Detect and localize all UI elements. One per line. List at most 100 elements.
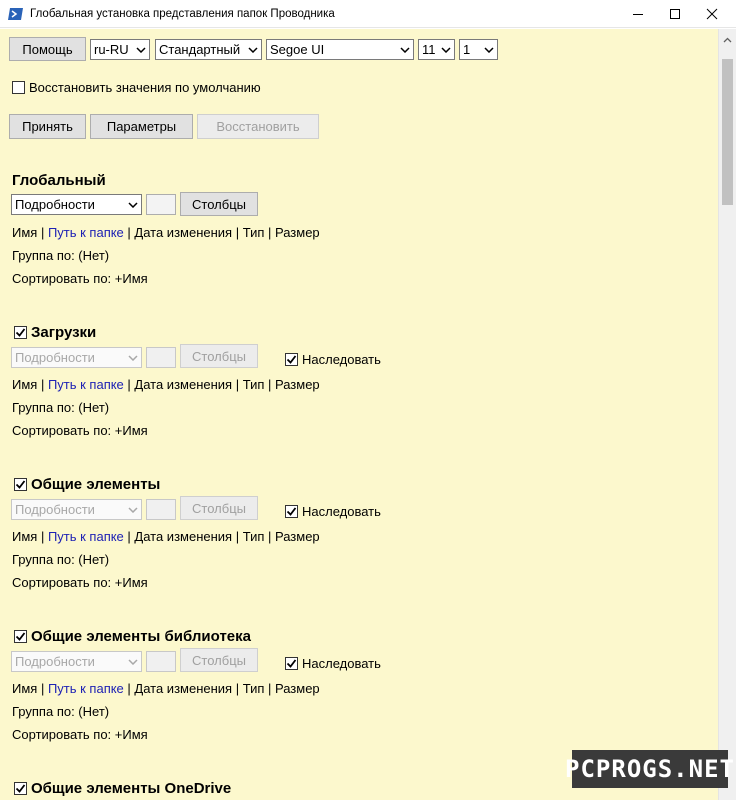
inherit-label: Наследовать	[302, 352, 381, 367]
inherit-checkbox[interactable]: Наследовать	[285, 352, 381, 367]
columns-button[interactable]: Столбцы	[180, 648, 258, 672]
col-path-link[interactable]: Путь к папке	[48, 225, 124, 240]
view-value: Подробности	[15, 197, 95, 212]
check-icon	[15, 784, 26, 793]
client-area: Помощь ru-RU Стандартный Segoe UI 11 1 В…	[0, 29, 718, 800]
pcprogs-watermark: PCPROGS.NET	[565, 750, 734, 788]
section-title: Общие элементы OneDrive	[31, 780, 232, 797]
help-button[interactable]: Помощь	[9, 37, 86, 61]
maximize-button[interactable]	[657, 0, 693, 28]
col-path-link[interactable]: Путь к папке	[48, 377, 124, 392]
vertical-scrollbar[interactable]	[718, 29, 736, 800]
view-value: Подробности	[15, 350, 95, 365]
section-title: Глобальный	[12, 172, 106, 189]
section-heading-shared: Общие элементы	[14, 476, 160, 493]
chevron-down-icon	[438, 40, 454, 59]
check-icon	[15, 328, 26, 337]
check-icon	[15, 632, 26, 641]
check-icon	[15, 480, 26, 489]
scroll-thumb[interactable]	[722, 59, 733, 205]
apply-label: Принять	[22, 119, 73, 134]
section-heading-shared-onedrive: Общие элементы OneDrive	[14, 780, 231, 797]
col-path-link[interactable]: Путь к папке	[48, 529, 124, 544]
columns-list: Имя | Путь к папке | Дата изменения | Ти…	[12, 681, 320, 696]
params-label: Параметры	[106, 119, 177, 134]
section-checkbox[interactable]	[14, 478, 27, 491]
columns-count-box[interactable]	[146, 499, 176, 520]
check-icon	[286, 507, 297, 516]
columns-button[interactable]: Столбцы	[180, 496, 258, 520]
section-checkbox[interactable]	[14, 630, 27, 643]
view-select[interactable]: Подробности	[11, 651, 142, 672]
restore-defaults-checkbox[interactable]: Восстановить значения по умолчанию	[12, 80, 261, 95]
columns-list: Имя | Путь к папке | Дата изменения | Ти…	[12, 225, 320, 240]
section-checkbox[interactable]	[14, 782, 27, 795]
powershell-icon	[8, 7, 23, 20]
chevron-down-icon	[397, 40, 413, 59]
columns-count-box[interactable]	[146, 347, 176, 368]
chevron-down-icon	[133, 40, 149, 59]
col-type: Тип	[242, 377, 265, 392]
columns-button[interactable]: Столбцы	[180, 192, 258, 216]
columns-count-box[interactable]	[146, 194, 176, 215]
group-by: Группа по: (Нет)	[12, 704, 110, 719]
checkbox-box[interactable]	[285, 353, 298, 366]
close-button[interactable]	[694, 0, 730, 28]
columns-button[interactable]: Столбцы	[180, 344, 258, 368]
apply-button[interactable]: Принять	[9, 114, 86, 139]
col-name: Имя	[12, 225, 38, 240]
font-size-value: 11	[422, 42, 436, 57]
check-icon	[286, 355, 297, 364]
chevron-down-icon	[245, 40, 261, 59]
view-select[interactable]: Подробности	[11, 347, 142, 368]
inherit-checkbox[interactable]: Наследовать	[285, 656, 381, 671]
help-button-label: Помощь	[22, 41, 73, 57]
view-select[interactable]: Подробности	[11, 194, 142, 215]
inherit-label: Наследовать	[302, 656, 381, 671]
font-size-select[interactable]: 11	[418, 39, 455, 60]
columns-count-box[interactable]	[146, 651, 176, 672]
col-type: Тип	[242, 681, 265, 696]
checkbox-box[interactable]	[12, 81, 25, 94]
minimize-button[interactable]	[620, 0, 656, 28]
restore-label: Восстановить	[216, 119, 300, 134]
col-date: Дата изменения	[134, 529, 233, 544]
restore-button[interactable]: Восстановить	[197, 114, 319, 139]
style-select[interactable]: Стандартный	[155, 39, 262, 60]
check-icon	[286, 659, 297, 668]
checkbox-box[interactable]	[285, 505, 298, 518]
chevron-down-icon	[125, 348, 141, 367]
sort-by: Сортировать по: +Имя	[12, 575, 148, 590]
col-size: Размер	[274, 377, 320, 392]
params-button[interactable]: Параметры	[90, 114, 193, 139]
inherit-checkbox[interactable]: Наследовать	[285, 504, 381, 519]
chevron-down-icon	[481, 40, 497, 59]
language-select[interactable]: ru-RU	[90, 39, 150, 60]
col-type: Тип	[242, 529, 265, 544]
col-path-link[interactable]: Путь к папке	[48, 681, 124, 696]
scale-select[interactable]: 1	[459, 39, 498, 60]
section-heading-downloads: Загрузки	[14, 324, 96, 341]
section-checkbox[interactable]	[14, 326, 27, 339]
view-value: Подробности	[15, 502, 95, 517]
sort-by: Сортировать по: +Имя	[12, 727, 148, 742]
view-select[interactable]: Подробности	[11, 499, 142, 520]
font-select[interactable]: Segoe UI	[266, 39, 414, 60]
section-heading-shared-library: Общие элементы библиотека	[14, 628, 251, 645]
col-name: Имя	[12, 681, 38, 696]
scroll-up-arrow-icon[interactable]	[719, 31, 736, 48]
language-value: ru-RU	[94, 42, 129, 57]
window-title: Глобальная установка представления папок…	[30, 7, 335, 20]
col-type: Тип	[242, 225, 265, 240]
checkbox-box[interactable]	[285, 657, 298, 670]
restore-defaults-label: Восстановить значения по умолчанию	[29, 80, 261, 95]
section-title: Общие элементы библиотека	[31, 628, 251, 645]
title-bar[interactable]: Глобальная установка представления папок…	[0, 0, 736, 28]
section-title: Загрузки	[31, 324, 97, 341]
chevron-down-icon	[125, 652, 141, 671]
group-by: Группа по: (Нет)	[12, 552, 110, 567]
group-by: Группа по: (Нет)	[12, 248, 110, 263]
col-date: Дата изменения	[134, 225, 233, 240]
columns-label: Столбцы	[192, 500, 246, 516]
col-date: Дата изменения	[134, 681, 233, 696]
